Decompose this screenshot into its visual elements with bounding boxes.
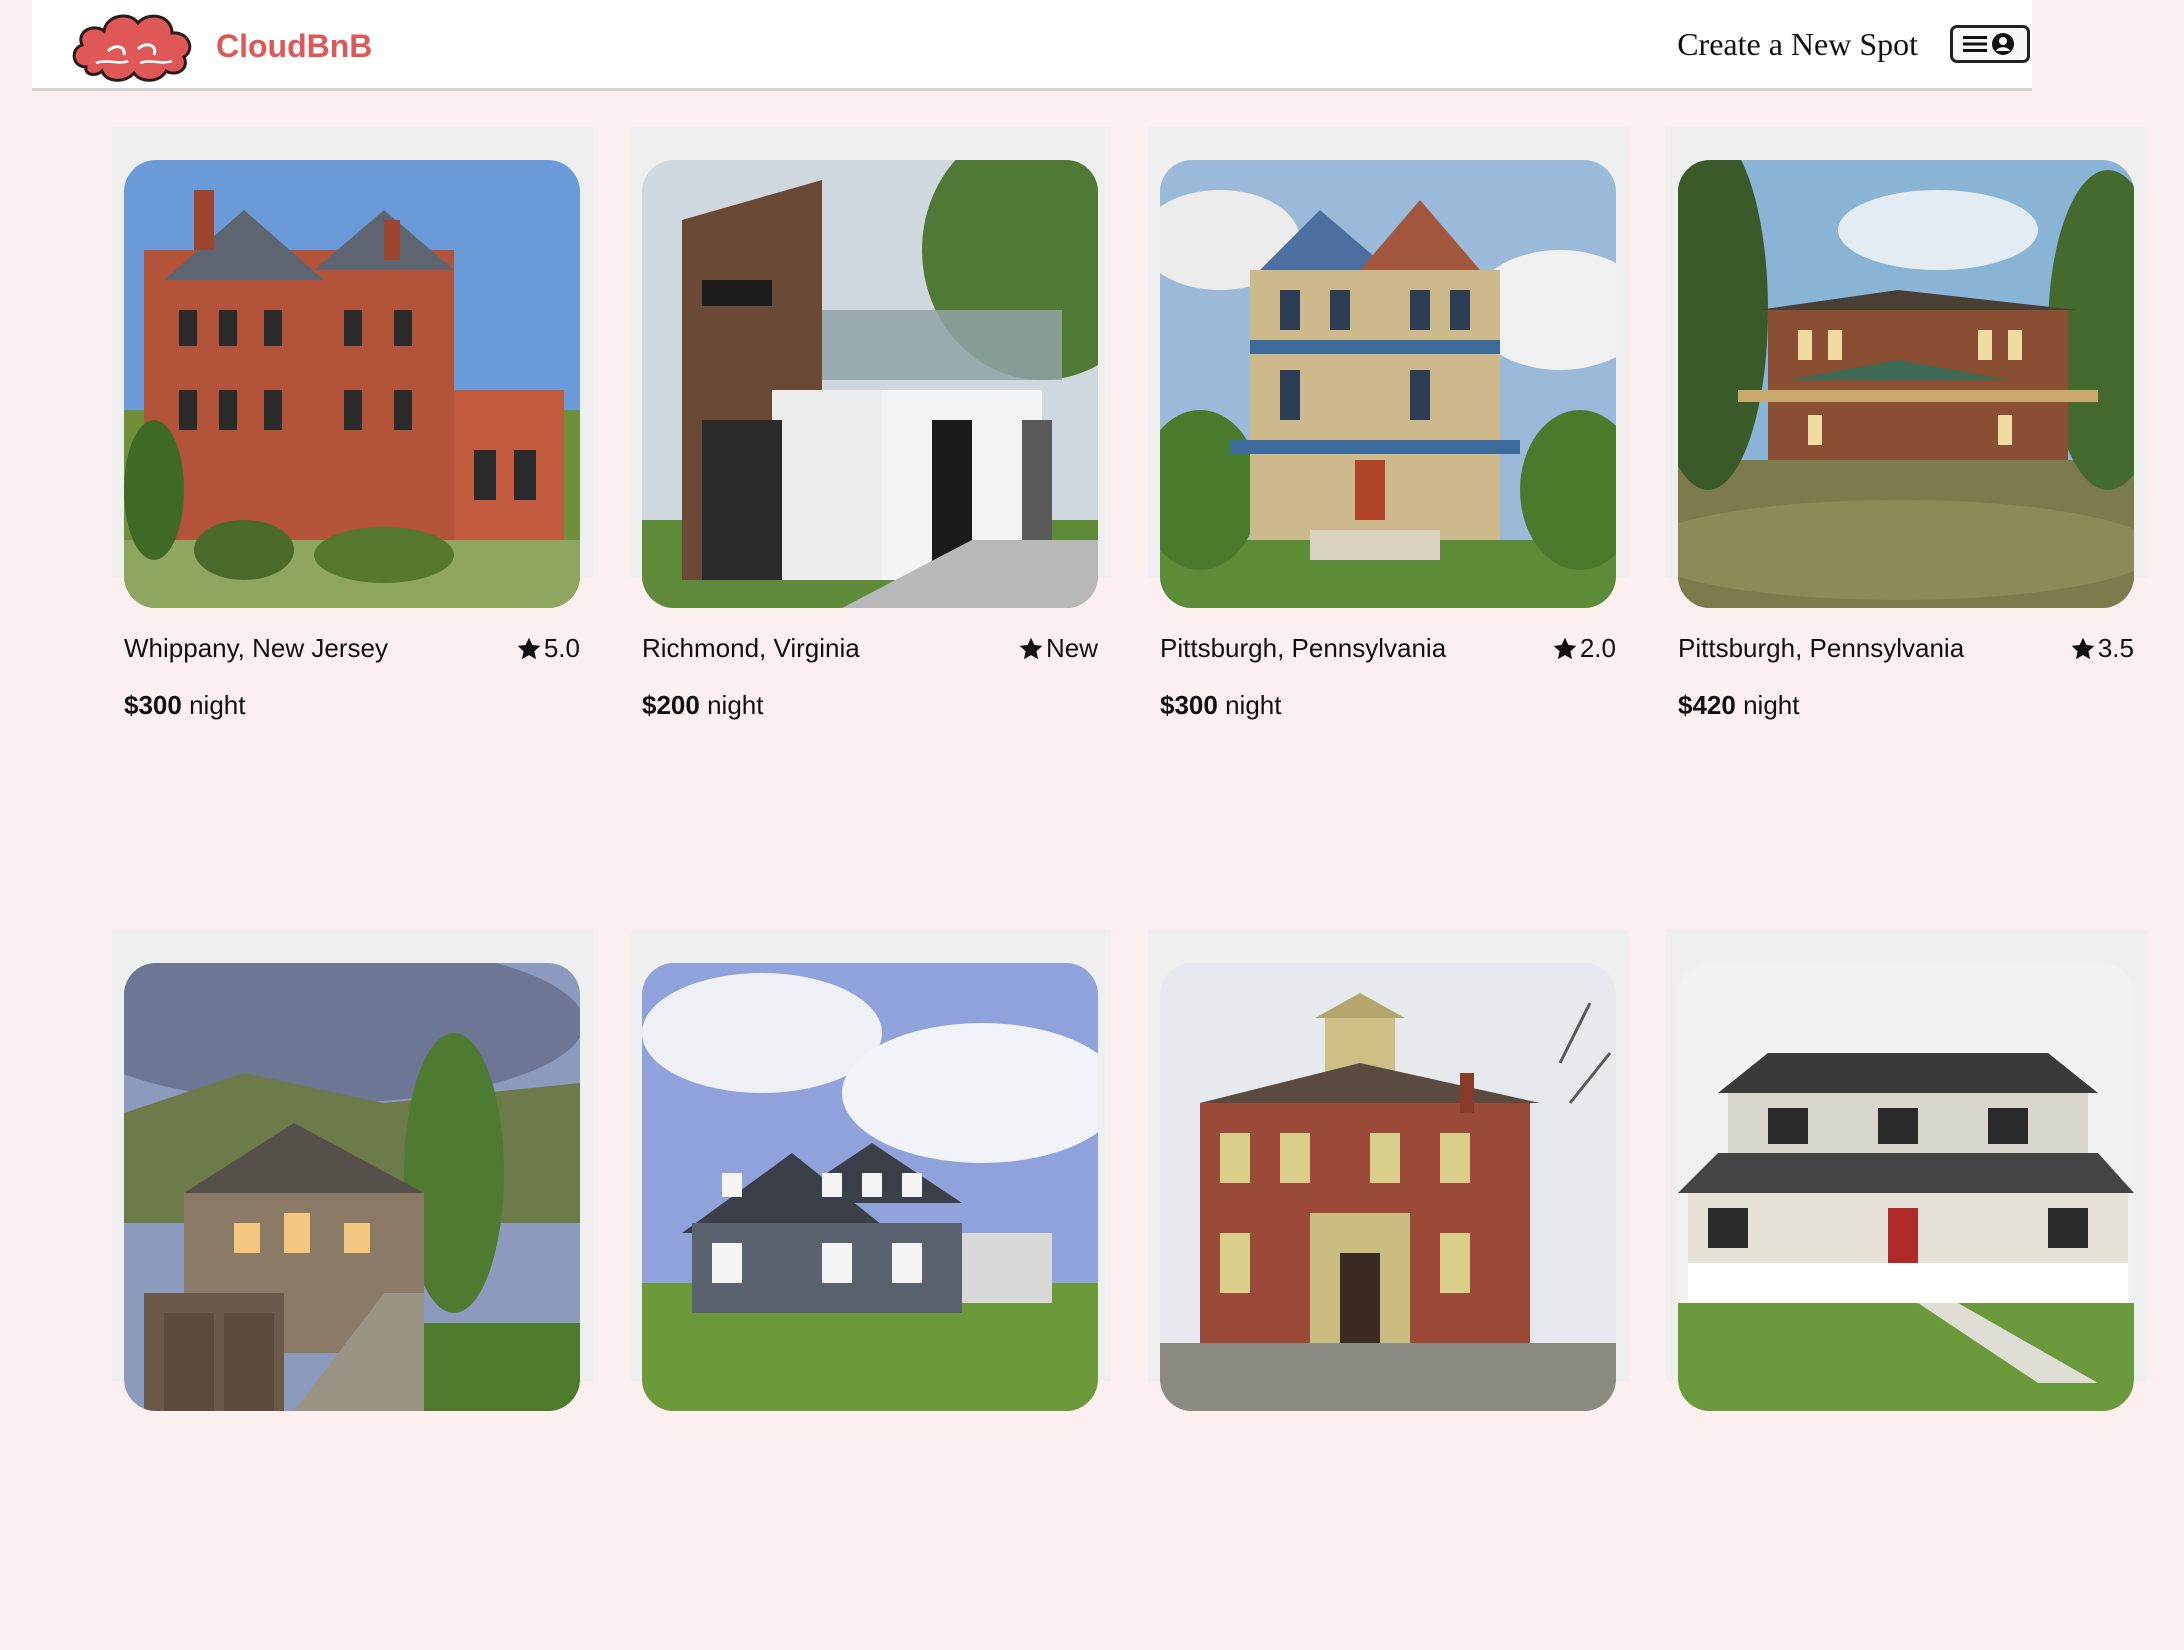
spot-image-victorian-brick-mansion[interactable]	[124, 160, 580, 608]
spot-rating: 5.0	[516, 633, 580, 664]
top-navbar: CloudBnB Create a New Spot	[32, 0, 2032, 91]
nav-actions: Create a New Spot	[1677, 0, 2032, 88]
spot-location: Pittsburgh, Pennsylvania	[1160, 633, 1447, 663]
profile-menu-button[interactable]	[1950, 25, 2030, 63]
spot-image-modern-house-wood-white[interactable]	[642, 160, 1098, 608]
spot-rating: 2.0	[1552, 633, 1616, 664]
star-icon	[1553, 637, 1577, 659]
spot-card[interactable]: Pittsburgh, Pennsylvania 2.0 $300 night	[1148, 127, 1629, 847]
spot-card[interactable]	[630, 930, 1111, 1650]
spot-card[interactable]: Whippany, New Jersey 5.0 $300 night	[112, 127, 593, 847]
spot-image-italianate-brick-house[interactable]	[1160, 963, 1616, 1411]
price-unit: night	[1743, 690, 1800, 720]
cloud-logo-icon	[72, 14, 192, 82]
spot-card[interactable]: Pittsburgh, Pennsylvania 3.5 $420 night	[1666, 127, 2147, 847]
spot-price: $200 night	[642, 690, 763, 721]
price-amount: $300	[124, 690, 182, 720]
spot-rating-value: New	[1045, 633, 1098, 663]
spot-location: Richmond, Virginia	[642, 633, 860, 663]
spot-rating: New	[1018, 633, 1098, 664]
spot-rating-value: 5.0	[543, 633, 580, 663]
spot-image-white-farmhouse-porch[interactable]	[1678, 963, 2134, 1411]
star-icon	[517, 637, 541, 659]
star-icon	[1019, 637, 1043, 659]
spot-card[interactable]	[112, 930, 593, 1650]
price-unit: night	[1225, 690, 1282, 720]
price-unit: night	[707, 690, 764, 720]
spot-price: $300 night	[1160, 690, 1281, 721]
spot-image-mountain-lodge-house[interactable]	[124, 963, 580, 1411]
spot-rating-value: 3.5	[2097, 633, 2134, 663]
brand-name: CloudBnB	[216, 27, 373, 64]
spot-location: Whippany, New Jersey	[124, 633, 388, 663]
price-amount: $420	[1678, 690, 1736, 720]
price-unit: night	[189, 690, 246, 720]
spot-rating: 3.5	[2070, 633, 2134, 664]
price-amount: $300	[1160, 690, 1218, 720]
spot-image-painted-victorian-house[interactable]	[1160, 160, 1616, 608]
spot-card[interactable]	[1148, 930, 1629, 1650]
spot-image-gray-craftsman-house[interactable]	[642, 963, 1098, 1411]
spot-price: $420 night	[1678, 690, 1799, 721]
price-amount: $200	[642, 690, 700, 720]
star-icon	[2071, 637, 2095, 659]
spot-price: $300 night	[124, 690, 245, 721]
menu-user-icon	[1963, 33, 2014, 55]
spot-card[interactable]: Richmond, Virginia New $200 night	[630, 127, 1111, 847]
create-spot-link[interactable]: Create a New Spot	[1677, 26, 1918, 63]
spot-rating-value: 2.0	[1579, 633, 1616, 663]
spot-image-prairie-style-brick-house[interactable]	[1678, 160, 2134, 608]
spot-location: Pittsburgh, Pennsylvania	[1678, 633, 1965, 663]
home-logo-link[interactable]: CloudBnB	[68, 5, 372, 87]
spot-card[interactable]	[1666, 930, 2147, 1650]
